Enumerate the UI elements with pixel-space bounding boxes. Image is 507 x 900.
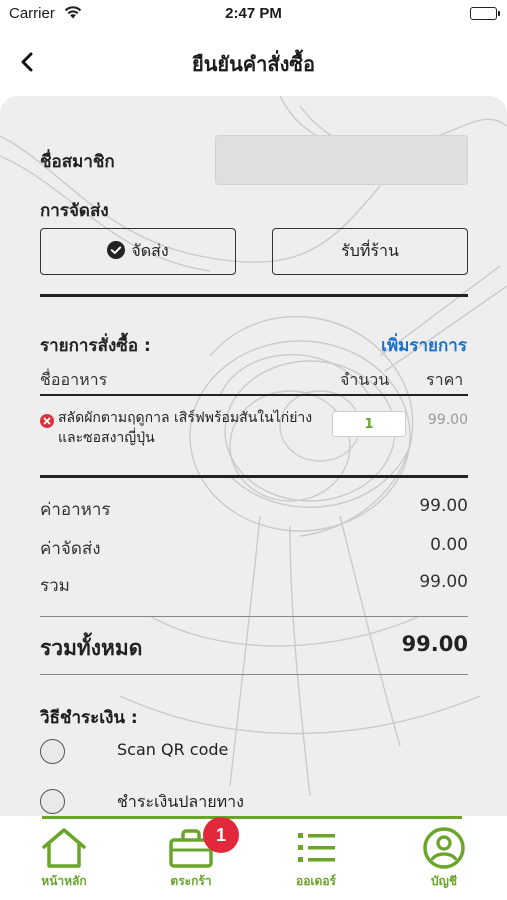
remove-item-icon[interactable] [40, 413, 54, 428]
shipping-cost-row: ค่าจัดส่ง 0.00 [40, 535, 468, 562]
home-icon [9, 826, 119, 870]
delivery-option-pickup-button[interactable]: รับที่ร้าน [272, 228, 468, 275]
nav-bar: ยืนยันคำสั่งซื้อ [0, 28, 507, 96]
payment-cod-radio[interactable] [40, 789, 65, 814]
food-cost-label: ค่าอาหาร [40, 500, 111, 520]
payment-method-title: วิธีชำระเงิน : [40, 708, 138, 728]
payment-qr-radio[interactable] [40, 739, 65, 764]
tab-cart-label: ตระกร้า [170, 874, 212, 888]
list-icon [261, 826, 371, 870]
delivery-option-ship-button[interactable]: จัดส่ง [40, 228, 236, 275]
subtotal-row: รวม 99.00 [40, 572, 468, 599]
order-section-title: รายการสั่งซื้อ : [40, 336, 151, 356]
add-item-link[interactable]: เพิ่มรายการ [381, 332, 467, 359]
account-icon [389, 826, 499, 870]
column-header-qty: จำนวน [340, 370, 390, 389]
payment-option-cod[interactable]: ชำระเงินปลายทาง [40, 786, 440, 816]
status-bar: Carrier 2:47 PM [0, 0, 507, 28]
shipping-cost-value: 0.00 [430, 535, 468, 555]
tab-account-label: บัญชี [431, 874, 457, 888]
column-header-price: ราคา [426, 370, 464, 389]
delivery-option-pickup-label: รับที่ร้าน [341, 241, 399, 260]
payment-option-qr[interactable]: Scan QR code [40, 736, 440, 766]
header-divider [40, 394, 468, 396]
order-item-name: สลัดผักตามฤดูกาล เสิร์ฟพร้อมสันในไก่ย่าง… [58, 410, 313, 446]
food-cost-row: ค่าอาหาร 99.00 [40, 496, 468, 523]
subtotal-label: รวม [40, 576, 70, 596]
tab-orders-label: ออเดอร์ [296, 874, 336, 888]
column-header-name: ชื่ออาหาร [40, 370, 108, 389]
shipping-cost-label: ค่าจัดส่ง [40, 539, 101, 559]
divider [40, 294, 468, 297]
tab-bar: หน้าหลัก ตระกร้า ออเดอร์ บัญชี [0, 816, 507, 900]
check-circle-icon [107, 240, 126, 263]
cart-count-badge: 1 [203, 817, 239, 853]
order-item-price: 99.00 [427, 412, 468, 428]
grand-total-label: รวมทั้งหมด [40, 636, 143, 660]
divider [40, 616, 468, 617]
delivery-label: การจัดส่ง [40, 201, 109, 221]
tab-home-label: หน้าหลัก [41, 874, 87, 888]
order-item-qty-input[interactable] [332, 411, 406, 437]
tab-bar-accent-line [42, 816, 462, 819]
payment-cod-label: ชำระเงินปลายทาง [117, 792, 244, 811]
order-confirm-card: ชื่อสมาชิก การจัดส่ง จัดส่ง รับที่ร้าน ร… [0, 96, 507, 824]
clock: 2:47 PM [225, 5, 282, 22]
grand-total-row: รวมทั้งหมด 99.00 [40, 632, 468, 665]
tab-orders[interactable]: ออเดอร์ [261, 826, 371, 900]
divider [40, 475, 468, 478]
food-cost-value: 99.00 [419, 496, 468, 516]
member-label: ชื่อสมาชิก [40, 152, 115, 172]
tab-account[interactable]: บัญชี [389, 826, 499, 900]
divider [40, 674, 468, 675]
grand-total-value: 99.00 [401, 632, 468, 656]
battery-icon [470, 7, 500, 20]
member-name-field[interactable] [215, 135, 468, 185]
subtotal-value: 99.00 [419, 572, 468, 592]
delivery-option-ship-label: จัดส่ง [131, 241, 169, 260]
tab-home[interactable]: หน้าหลัก [9, 826, 119, 900]
page-title: ยืนยันคำสั่งซื้อ [192, 52, 315, 76]
payment-qr-label: Scan QR code [117, 740, 229, 759]
